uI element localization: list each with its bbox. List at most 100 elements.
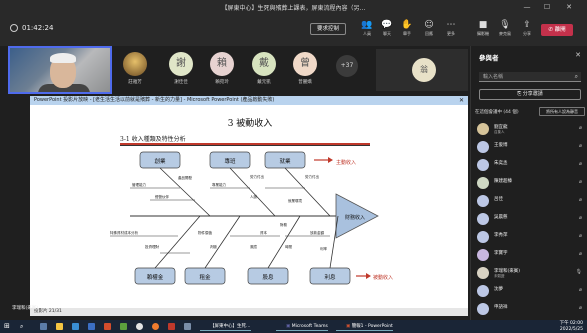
mic-off-icon: ⌀: [578, 215, 582, 221]
windows-start-icon[interactable]: ⊞: [4, 322, 10, 331]
bottom-box-label: 賴權金: [147, 273, 164, 281]
task-view-icon[interactable]: [40, 323, 47, 330]
clock-time: 下午 02:00: [559, 321, 583, 326]
participant-row[interactable]: 李寶宇 ⌀: [477, 248, 585, 263]
edge-icon[interactable]: [72, 323, 79, 330]
avatar: 賴: [210, 52, 234, 76]
system-clock[interactable]: 下午 02:00 2022/5/25: [560, 321, 583, 332]
chat-label: 聊天: [383, 31, 391, 36]
more-participants-button[interactable]: +37: [336, 55, 358, 77]
featured-participant[interactable]: 翁: [376, 49, 468, 91]
close-panel-icon[interactable]: ✕: [575, 51, 581, 59]
taskbar-app-label: Microsoft Teams: [291, 324, 328, 329]
rib-label: 物件價值: [198, 230, 212, 235]
participant-row[interactable]: 劉宜龍 召集人 ⌀: [477, 122, 585, 137]
participant-row[interactable]: 吳晨慈 ⌀: [477, 212, 585, 227]
raise-hand-button[interactable]: ✋ 舉手: [396, 20, 418, 42]
participant-row[interactable]: 王俊博 ⌀: [477, 140, 585, 155]
participant-role: 未驗證: [494, 274, 505, 278]
participant-avatar[interactable]: 謝 謝佳佳: [168, 52, 194, 85]
participant-name: 曾麗嬌: [298, 80, 312, 85]
participant-name: 李秀萍: [494, 233, 508, 238]
rib-label: 放款金額: [310, 230, 324, 235]
more-button[interactable]: ⋯ 更多: [440, 20, 462, 42]
chat-button[interactable]: 💬 聊天: [376, 20, 398, 42]
avatar: [477, 195, 489, 207]
camera-label: 攝影機: [477, 31, 489, 36]
reaction-button[interactable]: ☺ 回應: [418, 20, 440, 42]
bone-line: [329, 215, 339, 269]
maximize-button[interactable]: ☐: [540, 2, 554, 12]
avatar: [477, 303, 489, 315]
search-icon[interactable]: ⌕: [20, 322, 23, 331]
clock-date: 2022/5/25: [559, 326, 583, 332]
participant-row[interactable]: 李秀萍 ⌀: [477, 230, 585, 245]
camera-button[interactable]: ■ 攝影機: [472, 20, 494, 42]
taskbar-app-browser[interactable]: 【屏東中心】生死…: [200, 322, 251, 331]
window-title: 【屏東中心】生死與殯葬上課表，屏東流程內容（另…: [221, 5, 366, 12]
participant-row[interactable]: 沈夢 ⌀: [477, 284, 585, 299]
participant-avatar[interactable]: 戴 戴元凱: [251, 52, 277, 85]
mic-button[interactable]: 🎙 麥克風: [494, 20, 516, 42]
avatar: [477, 141, 489, 153]
leave-label: 離開: [554, 27, 566, 33]
leave-button[interactable]: ✆ 離開: [541, 24, 573, 36]
app-icon[interactable]: [184, 323, 191, 330]
mute-all-button[interactable]: 將所有人設為靜音: [539, 107, 585, 116]
bone-line: [204, 215, 241, 269]
raise-hand-icon: ✋: [401, 20, 413, 30]
participant-name: 賴宛玲: [215, 80, 229, 85]
share-invite-button[interactable]: ⎘ 分享邀請: [479, 89, 581, 100]
chrome-icon[interactable]: [136, 323, 143, 330]
slide: 3 被動收入 3-1 收入種類及特性分析 創業 專班 就業 賴權金 租金 股息 …: [100, 108, 400, 311]
rib-label: 產品開發: [178, 175, 192, 180]
arrow-head: [366, 273, 371, 279]
participant-row[interactable]: 李瑞和(來賓) 未驗證 🎙: [477, 266, 585, 281]
word-icon[interactable]: [88, 323, 95, 330]
in-meeting-section-label[interactable]: 在這個會議中 (44 個): [475, 109, 519, 115]
participant-avatar[interactable]: 賴 賴宛玲: [209, 52, 235, 85]
avatar: [123, 52, 147, 76]
passive-income-label: 被動收入: [373, 274, 393, 281]
self-video[interactable]: [8, 46, 112, 94]
request-control-button[interactable]: 要求控制: [310, 23, 346, 35]
participant-row[interactable]: 陳建超榛 ⌀: [477, 176, 585, 191]
participant-name: 沈夢: [494, 287, 503, 292]
avatar: 曾: [293, 52, 317, 76]
participant-name: 申語祥: [494, 305, 508, 310]
speaker-hair: [50, 53, 76, 63]
file-explorer-icon[interactable]: [56, 323, 63, 330]
active-income-label: 主動收入: [336, 159, 356, 166]
pdf-icon[interactable]: [168, 323, 175, 330]
taskbar-app-teams[interactable]: ▣ Microsoft Teams: [276, 322, 328, 331]
avatar: [477, 213, 489, 225]
minimize-button[interactable]: —: [520, 2, 534, 12]
bone-line: [154, 215, 201, 269]
raise-hand-label: 舉手: [403, 31, 411, 36]
reaction-icon: ☺: [424, 20, 434, 30]
taskbar-app-powerpoint[interactable]: ▣ 簡報1 - PowerPoint: [336, 322, 393, 331]
share-icon: ⇪: [523, 20, 531, 30]
close-button[interactable]: ✕: [562, 2, 576, 12]
participant-row[interactable]: 申語祥 ⌀: [477, 302, 585, 317]
participant-search-input[interactable]: 輸入名稱 ⌕: [479, 72, 581, 82]
app-icon[interactable]: [104, 323, 111, 330]
app-icon[interactable]: [120, 323, 127, 330]
people-button[interactable]: 👥 人員: [356, 20, 378, 42]
timer-text: 01:42:24: [22, 24, 54, 32]
participant-avatar[interactable]: 曾 曾麗嬌: [292, 52, 318, 85]
firefox-icon[interactable]: [152, 323, 159, 330]
top-box-label: 就業: [279, 157, 291, 165]
participant-row[interactable]: 呂佳 ⌀: [477, 194, 585, 209]
share-button[interactable]: ⇪ 分享: [516, 20, 538, 42]
share-invite-label: 分享邀請: [522, 91, 543, 97]
participant-name: 王俊博: [494, 143, 508, 148]
participant-name: 吳晨慈: [494, 215, 508, 220]
avatar: [477, 123, 489, 135]
rib-label: 勞力付出: [250, 174, 264, 179]
teams-meeting-window: 【屏東中心】生死與殯葬上課表，屏東流程內容（另… — ☐ ✕ 01:42:24 …: [0, 0, 587, 333]
participant-row[interactable]: 朱奕丞 ⌀: [477, 158, 585, 173]
avatar: [477, 285, 489, 297]
mic-off-icon: ⌀: [578, 287, 582, 293]
participant-avatar[interactable]: 莊雅芳: [122, 52, 148, 85]
